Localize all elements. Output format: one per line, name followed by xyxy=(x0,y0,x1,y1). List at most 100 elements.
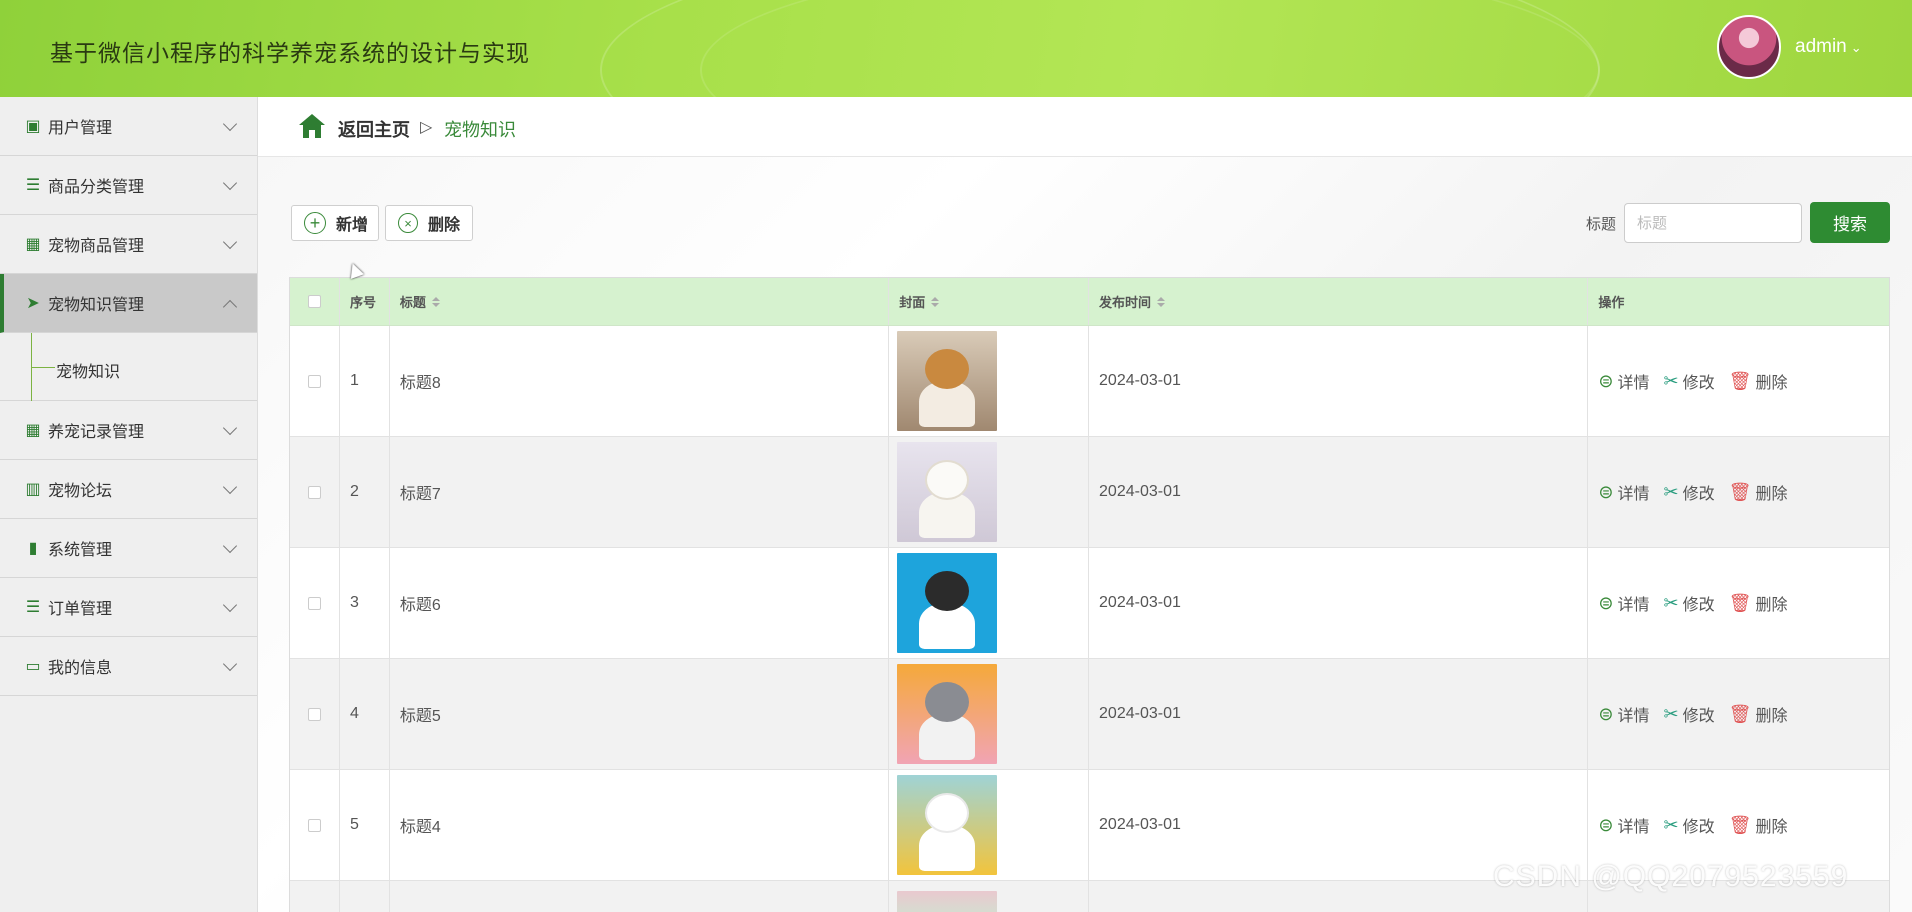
sidebar-item-my-info[interactable]: ▭ 我的信息 xyxy=(0,637,257,696)
trash-icon: 🗑 xyxy=(1728,814,1752,835)
row-index: 5 xyxy=(340,770,390,880)
sort-icon[interactable] xyxy=(431,296,440,307)
sidebar-subitem-pet-knowledge[interactable]: 宠物知识 xyxy=(0,333,257,401)
cover-image[interactable] xyxy=(897,553,998,653)
row-actions: ⊜ 详情 ✂ 修改 🗑 删除 xyxy=(1588,437,1889,547)
select-all-checkbox[interactable] xyxy=(307,295,321,308)
sidebar-item-user-management[interactable]: ▣ 用户管理 xyxy=(0,97,257,156)
sidebar-item-pet-records[interactable]: ▦ 养宠记录管理 xyxy=(0,401,257,460)
chevron-down-icon xyxy=(222,538,238,554)
batch-delete-button[interactable]: × 删除 xyxy=(385,205,473,241)
delete-button[interactable]: 🗑 删除 xyxy=(1729,480,1788,504)
row-cover-cell xyxy=(889,659,1090,769)
select-all-cell xyxy=(290,278,340,325)
sidebar-item-label: 宠物知识管理 xyxy=(48,297,145,314)
sidebar-item-pet-forum[interactable]: ▥ 宠物论坛 xyxy=(0,460,257,519)
top-header: 基于微信小程序的科学养宠系统的设计与实现 admin ⌄ xyxy=(0,0,1912,97)
edit-button[interactable]: ✂ 修改 xyxy=(1664,702,1715,726)
search-button[interactable]: 搜索 xyxy=(1810,202,1890,243)
sidebar-item-pet-knowledge-management[interactable]: ➤ 宠物知识管理 xyxy=(0,274,257,333)
sidebar-item-pet-goods[interactable]: ▦ 宠物商品管理 xyxy=(0,215,257,274)
table-row: 3 标题6 2024-03-01 ⊜ 详情 ✂ 修改 🗑 删除 xyxy=(290,548,1889,659)
sidebar-item-category-management[interactable]: ☰ 商品分类管理 xyxy=(0,156,257,215)
cover-image[interactable] xyxy=(897,331,998,431)
detail-button[interactable]: ⊜ 详情 xyxy=(1598,369,1649,393)
main-content: + 新增 × 删除 标题 搜索 序号 标题 封面 发布时间 操作 1 标题8 xyxy=(258,157,1912,912)
cover-image[interactable] xyxy=(897,890,998,912)
row-cover-cell xyxy=(889,881,1090,912)
app-title: 基于微信小程序的科学养宠系统的设计与实现 xyxy=(50,40,530,66)
breadcrumb-home-link[interactable]: 返回主页 xyxy=(338,116,410,142)
row-checkbox[interactable] xyxy=(307,818,321,832)
sidebar: ▣ 用户管理 ☰ 商品分类管理 ▦ 宠物商品管理 ➤ 宠物知识管理 宠物知识 ▦… xyxy=(0,97,258,912)
trash-icon: 🗑 xyxy=(1728,703,1752,724)
search-label: 标题 xyxy=(1586,216,1617,233)
detail-label: 详情 xyxy=(1617,375,1650,392)
sidebar-item-label: 系统管理 xyxy=(48,542,113,559)
row-actions: ⊜ 详情 ✂ 修改 🗑 删除 xyxy=(1588,326,1889,436)
detail-button[interactable]: ⊜ 详情 xyxy=(1598,480,1649,504)
sort-icon[interactable] xyxy=(931,296,940,307)
add-button[interactable]: + 新增 xyxy=(291,205,379,241)
grid-icon: ▦ xyxy=(25,236,41,253)
delete-button[interactable]: 🗑 删除 xyxy=(1729,591,1788,615)
delete-button[interactable]: 🗑 删除 xyxy=(1729,813,1788,837)
chevron-down-icon xyxy=(222,175,238,191)
detail-button[interactable]: ⊜ 详情 xyxy=(1598,702,1649,726)
chevron-down-icon xyxy=(222,234,238,250)
row-actions: ⊜ 详情 ✂ 修改 🗑 删除 xyxy=(1588,659,1889,769)
row-checkbox[interactable] xyxy=(307,707,321,721)
table-row: 1 标题8 2024-03-01 ⊜ 详情 ✂ 修改 🗑 删除 xyxy=(290,326,1889,437)
row-title: 标题6 xyxy=(390,548,890,658)
search-list-icon: ⊜ xyxy=(1598,703,1614,724)
column-header-actions: 操作 xyxy=(1598,295,1625,310)
delete-label: 删除 xyxy=(1755,819,1788,836)
sort-icon[interactable] xyxy=(1157,296,1166,307)
user-menu[interactable]: admin ⌄ xyxy=(1795,36,1862,58)
sidebar-item-system-management[interactable]: ▮ 系统管理 xyxy=(0,519,257,578)
row-cover-cell xyxy=(889,770,1090,880)
table-row: 2 标题7 2024-03-01 ⊜ 详情 ✂ 修改 🗑 删除 xyxy=(290,437,1889,548)
column-header-cover[interactable]: 封面 xyxy=(889,278,1090,325)
row-date: 2024-03-01 xyxy=(1089,548,1589,658)
tree-line xyxy=(31,367,55,368)
column-header-publish-time[interactable]: 发布时间 xyxy=(1089,278,1589,325)
avatar[interactable] xyxy=(1717,15,1781,79)
cover-image[interactable] xyxy=(897,775,998,875)
sidebar-subitem-label: 宠物知识 xyxy=(56,364,121,381)
wrench-icon: ✂ xyxy=(1663,481,1679,502)
row-checkbox[interactable] xyxy=(307,374,321,388)
row-index: 1 xyxy=(340,326,390,436)
search-list-icon: ⊜ xyxy=(1598,370,1614,391)
delete-button[interactable]: 🗑 删除 xyxy=(1729,702,1788,726)
edit-button[interactable]: ✂ 修改 xyxy=(1664,480,1715,504)
row-select-cell xyxy=(290,326,340,436)
row-checkbox[interactable] xyxy=(307,596,321,610)
delete-button[interactable]: 🗑 删除 xyxy=(1729,369,1788,393)
column-header-title[interactable]: 标题 xyxy=(390,278,890,325)
row-index: 2 xyxy=(340,437,390,547)
bar-chart-icon: ▮ xyxy=(28,540,38,557)
row-date: 2024-03-01 xyxy=(1089,326,1589,436)
row-checkbox[interactable] xyxy=(307,485,321,499)
watermark: CSDN @QQ2079523559 xyxy=(1493,860,1849,893)
edit-button[interactable]: ✂ 修改 xyxy=(1664,591,1715,615)
row-select-cell xyxy=(290,548,340,658)
wallet-icon: ▭ xyxy=(25,658,41,675)
row-title: 标题5 xyxy=(390,659,890,769)
edit-button[interactable]: ✂ 修改 xyxy=(1664,369,1715,393)
data-table: 序号 标题 封面 发布时间 操作 1 标题8 2024-03-01 ⊜ 详情 ✂ 修… xyxy=(289,277,1890,912)
home-icon[interactable] xyxy=(298,113,326,139)
row-date: 2024-03-01 xyxy=(1089,659,1589,769)
edit-label: 修改 xyxy=(1682,708,1715,725)
search-input[interactable] xyxy=(1624,203,1802,243)
sidebar-item-order-management[interactable]: ☰ 订单管理 xyxy=(0,578,257,637)
cover-image[interactable] xyxy=(897,664,998,764)
edit-button[interactable]: ✂ 修改 xyxy=(1664,813,1715,837)
plus-circle-icon: + xyxy=(304,212,326,234)
detail-button[interactable]: ⊜ 详情 xyxy=(1598,591,1649,615)
username: admin xyxy=(1795,36,1847,57)
detail-button[interactable]: ⊜ 详情 xyxy=(1598,813,1649,837)
breadcrumb-current: 宠物知识 xyxy=(444,120,516,140)
cover-image[interactable] xyxy=(897,442,998,542)
